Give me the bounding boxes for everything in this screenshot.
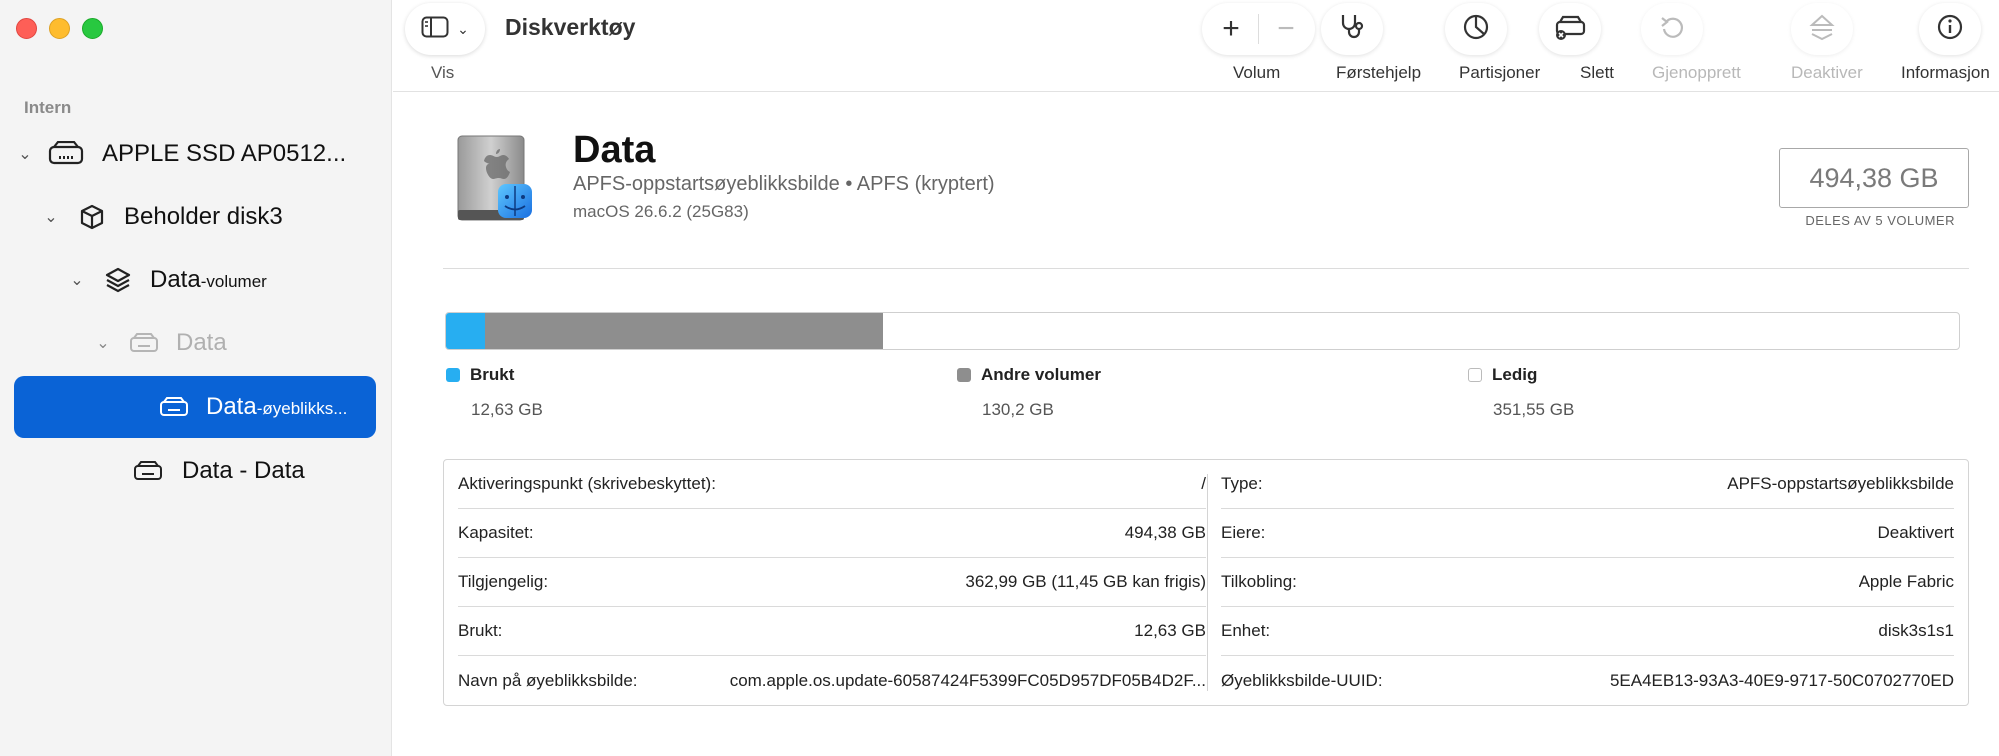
info-row-device: Enhet: disk3s1s1 — [1221, 607, 1954, 656]
sidebar-item-label: Data-volumer — [150, 266, 267, 293]
volume-group-layers-icon — [98, 264, 138, 296]
chevron-down-icon[interactable]: ⌄ — [14, 144, 36, 164]
restore-arrow-icon — [1658, 13, 1686, 46]
info-row-capacity: Kapasitet: 494,38 GB — [458, 509, 1206, 558]
sidebar-item-label: Beholder disk3 — [124, 203, 283, 230]
usage-segment-other-volumes — [484, 313, 884, 349]
view-menu-button[interactable]: ⌄ — [405, 3, 485, 55]
info-row-used: Brukt: 12,63 GB — [458, 607, 1206, 656]
volume-subtitle: APFS-oppstartsøyeblikksbilde • APFS (kry… — [573, 173, 995, 195]
info-label: Informasjon — [1901, 63, 1990, 82]
info-column-right: Type: APFS-oppstartsøyeblikksbilde Eiere:… — [1221, 460, 1954, 705]
info-row-connection: Tilkobling: Apple Fabric — [1221, 558, 1954, 607]
info-table: Aktiveringspunkt (skrivebeskyttet): / Kap… — [443, 459, 1969, 706]
snapshot-drive-icon — [154, 391, 194, 423]
chevron-down-icon: ⌄ — [457, 20, 469, 37]
sidebar-item-label: Data — [176, 329, 227, 356]
capacity-shared-note: DELES AV 5 VOLUMER — [1805, 213, 1955, 228]
sidebar-item-data-data[interactable]: Data - Data — [128, 440, 305, 502]
container-box-icon — [72, 201, 112, 233]
usage-segment-used — [446, 313, 485, 349]
window-controls — [16, 18, 103, 39]
sidebar-item-label: APPLE SSD AP0512... — [102, 140, 347, 167]
sidebar: Intern ⌄ APPLE SSD AP0512... ⌄ Beholder … — [0, 0, 392, 756]
first-aid-button[interactable] — [1321, 3, 1383, 55]
info-circle-icon — [1936, 13, 1964, 46]
divider — [443, 268, 1969, 269]
info-row-owners: Eiere: Deaktivert — [1221, 509, 1954, 558]
eject-icon — [1808, 13, 1836, 46]
minimize-window-button[interactable] — [49, 18, 70, 39]
legend-value: 130,2 GB — [982, 400, 1054, 419]
info-column-left: Aktiveringspunkt (skrivebeskyttet): / Kap… — [458, 460, 1206, 705]
chevron-down-icon[interactable]: ⌄ — [40, 207, 62, 227]
erase-button[interactable] — [1539, 3, 1601, 55]
legend-label: Andre volumer — [981, 365, 1101, 384]
unmount-button[interactable] — [1791, 3, 1853, 55]
volume-drive-icon — [128, 455, 168, 487]
remove-volume-icon[interactable]: − — [1259, 14, 1313, 44]
pie-chart-icon — [1462, 13, 1490, 46]
legend-value: 351,55 GB — [1493, 400, 1575, 419]
view-label: Vis — [431, 63, 455, 82]
info-row-mount-point: Aktiveringspunkt (skrivebeskyttet): / — [458, 460, 1206, 509]
chevron-down-icon[interactable]: ⌄ — [92, 333, 114, 353]
first-aid-label: Førstehjelp — [1336, 63, 1422, 82]
add-volume-icon[interactable]: + — [1204, 14, 1258, 44]
sidebar-item-container-disk3[interactable]: ⌄ Beholder disk3 — [40, 186, 283, 248]
volume-detail-panel: Data APFS-oppstartsøyeblikksbilde • APFS… — [393, 93, 1999, 756]
usage-bar — [445, 312, 1960, 350]
info-row-snapshot-uuid: Øyeblikksbilde-UUID: 5EA4EB13-93A3-40E9-9… — [1221, 670, 1954, 690]
sidebar-item-label: Data - Data — [182, 457, 305, 484]
legend-value: 12,63 GB — [471, 400, 543, 419]
unmount-label: Deaktiver — [1791, 63, 1863, 82]
legend-used: Brukt 12,63 GB — [446, 365, 543, 420]
macos-volume-icon — [456, 134, 534, 226]
partition-button[interactable] — [1445, 3, 1507, 55]
zoom-window-button[interactable] — [82, 18, 103, 39]
app-title: Diskverktøy — [505, 14, 636, 40]
volume-label: Volum — [1233, 63, 1281, 82]
info-row-available: Tilgjengelig: 362,99 GB (11,45 GB kan fri… — [458, 558, 1206, 607]
sidebar-section-title: Intern — [24, 98, 72, 117]
capacity-box: 494,38 GB — [1779, 148, 1969, 208]
legend-swatch-used — [446, 368, 460, 382]
volume-drive-icon — [124, 327, 164, 359]
legend-swatch-other — [957, 368, 971, 382]
partition-label: Partisjoner — [1459, 63, 1541, 82]
erase-drive-icon — [1553, 13, 1587, 46]
restore-label: Gjenopprett — [1652, 63, 1741, 82]
volume-add-remove-group: + − — [1202, 3, 1315, 55]
sidebar-item-apple-ssd[interactable]: ⌄ APPLE SSD AP0512... — [14, 123, 346, 185]
volume-name: Data — [573, 129, 656, 171]
volume-os-version: macOS 26.6.2 (25G83) — [573, 202, 749, 221]
legend-label: Brukt — [470, 365, 515, 384]
close-window-button[interactable] — [16, 18, 37, 39]
internal-drive-icon — [46, 138, 86, 170]
sidebar-toggle-icon — [421, 16, 449, 43]
column-separator — [1207, 474, 1208, 691]
erase-label: Slett — [1580, 63, 1615, 82]
restore-button[interactable] — [1641, 3, 1703, 55]
legend-free: Ledig 351,55 GB — [1468, 365, 1574, 420]
sidebar-item-data-volume[interactable]: ⌄ Data — [92, 312, 227, 374]
legend-label: Ledig — [1492, 365, 1538, 384]
legend-other-volumes: Andre volumer 130,2 GB — [957, 365, 1101, 420]
info-row-type: Type: APFS-oppstartsøyeblikksbilde — [1221, 460, 1954, 509]
info-row-snapshot-name: Navn på øyeblikksbilde: com.apple.os.upda… — [458, 670, 1206, 690]
sidebar-item-label: Data-øyeblikks... — [206, 393, 348, 420]
chevron-down-icon[interactable]: ⌄ — [66, 270, 88, 290]
toolbar: ⌄ Vis Diskverktøy + − Volum Førstehjelp … — [393, 0, 1999, 92]
sidebar-item-data-volumes[interactable]: ⌄ Data-volumer — [66, 249, 267, 311]
sidebar-item-data-snapshot[interactable]: Data-øyeblikks... — [14, 376, 376, 438]
legend-swatch-free — [1468, 368, 1482, 382]
info-button[interactable] — [1919, 3, 1981, 55]
stethoscope-icon — [1337, 12, 1367, 47]
